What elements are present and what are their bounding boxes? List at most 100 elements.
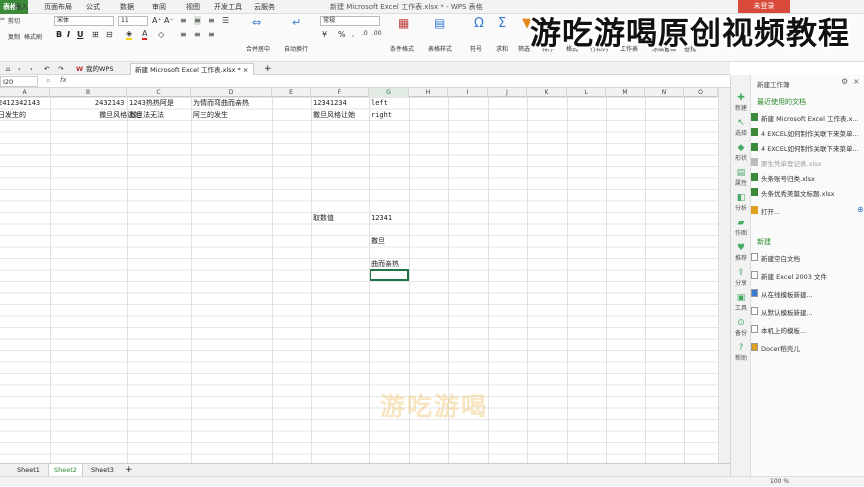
- close-pane-icon[interactable]: ×: [853, 77, 860, 86]
- column-header[interactable]: K: [527, 88, 567, 97]
- sum-button[interactable]: 求和: [496, 44, 508, 53]
- pane-tab[interactable]: ✚ 新建: [731, 93, 751, 112]
- cell[interactable]: 曲而亲热: [371, 259, 399, 269]
- column-header[interactable]: L: [567, 88, 606, 97]
- cell[interactable]: 阿三的发生: [193, 110, 228, 120]
- conditional-format-icon[interactable]: ▦: [398, 16, 409, 30]
- new-tab-button[interactable]: +: [260, 63, 276, 75]
- align-left-icon[interactable]: ≡: [180, 30, 187, 39]
- wrap-text-icon[interactable]: ↵: [292, 16, 301, 29]
- copy-button[interactable]: 复制: [8, 32, 20, 41]
- formula-input[interactable]: [80, 76, 710, 87]
- new-option-item[interactable]: Docer稻壳儿: [751, 343, 800, 353]
- underline-icon[interactable]: U: [77, 30, 84, 39]
- align-middle-icon[interactable]: ≡: [194, 16, 201, 25]
- cell[interactable]: 日发生的: [0, 110, 26, 120]
- pane-tab[interactable]: ♥ 推荐: [731, 243, 751, 262]
- pane-tab[interactable]: ⇪ 分享: [731, 268, 751, 287]
- merge-center-button[interactable]: 合并居中: [246, 44, 270, 53]
- align-center-icon[interactable]: ≡: [194, 30, 201, 39]
- column-header[interactable]: M: [606, 88, 645, 97]
- recent-doc-item[interactable]: 原生凭单登记表.xlsx: [751, 158, 821, 168]
- vertical-scrollbar[interactable]: [718, 88, 730, 463]
- recent-doc-item[interactable]: 4 EXCEL如何制作关联下来菜单...: [751, 128, 859, 138]
- spreadsheet-grid[interactable]: 2412342143 2432143 1243热热阿是 为情而弯曲而亲热 1234123…: [0, 97, 718, 463]
- pane-tab[interactable]: ▣ 工具: [731, 293, 751, 312]
- column-header[interactable]: I: [448, 88, 488, 97]
- align-top-icon[interactable]: ≡: [180, 16, 187, 25]
- cell[interactable]: 12341: [371, 213, 392, 223]
- tab-my-wps[interactable]: 我的WPS: [82, 63, 117, 75]
- column-header[interactable]: N: [645, 88, 684, 97]
- cell[interactable]: 取数值: [313, 213, 334, 223]
- table-style-button[interactable]: 表格样式: [428, 44, 452, 53]
- forward-icon[interactable]: ›: [26, 63, 37, 75]
- symbol-button[interactable]: 符号: [470, 44, 482, 53]
- home-icon[interactable]: ⌂: [2, 63, 14, 75]
- selected-cell[interactable]: [369, 269, 409, 281]
- pane-tab[interactable]: ▰ 作图: [731, 218, 751, 237]
- wrap-text-button[interactable]: 自动换行: [284, 44, 308, 53]
- cell[interactable]: 撒旦风格让她: [313, 110, 355, 120]
- format-painter-button[interactable]: 格式刷: [24, 32, 42, 41]
- cell[interactable]: 2432143: [95, 98, 125, 108]
- bold-icon[interactable]: B: [56, 30, 62, 39]
- pane-tab[interactable]: ↖ 选择: [731, 118, 751, 137]
- align-bottom-icon[interactable]: ≡: [208, 16, 215, 25]
- back-icon[interactable]: ‹: [14, 63, 25, 75]
- cell[interactable]: 撒旦: [371, 236, 385, 246]
- menu-view[interactable]: 视图: [186, 2, 200, 12]
- percent-icon[interactable]: %: [338, 30, 346, 39]
- search-icon[interactable]: ⌕: [46, 76, 50, 86]
- menu-review[interactable]: 审阅: [152, 2, 166, 12]
- clear-format-icon[interactable]: ◇: [158, 30, 164, 39]
- fill-color-icon[interactable]: ◈: [126, 29, 133, 40]
- column-header[interactable]: E: [272, 88, 311, 97]
- cell[interactable]: right: [371, 110, 392, 120]
- undo-icon[interactable]: ↶: [40, 63, 53, 75]
- pane-tab[interactable]: ▤ 属性: [731, 168, 751, 187]
- close-icon[interactable]: ×: [243, 66, 248, 74]
- font-size-select[interactable]: 11: [118, 16, 148, 26]
- pane-tab[interactable]: ◆ 形状: [731, 143, 751, 162]
- decimal-increase-icon[interactable]: .0: [362, 30, 368, 37]
- column-header[interactable]: F: [311, 88, 369, 97]
- column-header[interactable]: O: [684, 88, 718, 97]
- conditional-format-button[interactable]: 条件格式: [390, 44, 414, 53]
- column-header[interactable]: J: [488, 88, 527, 97]
- cell[interactable]: 12341234: [313, 98, 347, 108]
- column-header[interactable]: B: [50, 88, 127, 97]
- font-color-icon[interactable]: A: [142, 29, 148, 40]
- cell[interactable]: 为情而弯曲而亲热: [193, 98, 249, 108]
- new-option-item[interactable]: 新建 Excel 2003 文件: [751, 271, 827, 281]
- recent-doc-item[interactable]: 头条账号归类.xlsx: [751, 173, 815, 183]
- open-file-link[interactable]: 打开...: [751, 206, 780, 216]
- new-option-item[interactable]: 本机上的模板...: [751, 325, 806, 335]
- fx-button[interactable]: fx: [60, 76, 67, 84]
- tab-active-document[interactable]: 新建 Microsoft Excel 工作表.xlsx * ×: [130, 63, 254, 75]
- comma-icon[interactable]: ,: [352, 30, 354, 38]
- name-box[interactable]: I20: [0, 76, 38, 87]
- menu-cloud[interactable]: 云服务: [254, 2, 275, 12]
- menu-insert[interactable]: 插入: [14, 2, 28, 12]
- currency-icon[interactable]: ¥: [322, 30, 327, 39]
- border-icon[interactable]: ⊞: [92, 30, 99, 39]
- cell[interactable]: 2412342143: [0, 98, 40, 108]
- pane-tab[interactable]: ? 帮助: [731, 343, 751, 362]
- merge-icon[interactable]: ⊟: [106, 30, 113, 39]
- column-header[interactable]: A: [0, 88, 50, 97]
- menu-data[interactable]: 数据: [120, 2, 134, 12]
- symbol-icon[interactable]: Ω: [474, 16, 484, 31]
- cell[interactable]: left: [371, 98, 388, 108]
- pane-tab[interactable]: ⊙ 备份: [731, 318, 751, 337]
- column-header[interactable]: H: [409, 88, 448, 97]
- menu-developer[interactable]: 开发工具: [214, 2, 242, 12]
- sum-icon[interactable]: Σ: [498, 16, 506, 31]
- settings-icon[interactable]: ⚙: [841, 77, 848, 86]
- cell[interactable]: 撒旦法无法: [129, 110, 164, 120]
- number-format-select[interactable]: 常规: [320, 16, 380, 26]
- new-option-item[interactable]: 从在线模板新建...: [751, 289, 813, 299]
- column-header[interactable]: G: [369, 88, 409, 97]
- online-icon[interactable]: ⊕: [857, 205, 864, 214]
- redo-icon[interactable]: ↷: [54, 63, 67, 75]
